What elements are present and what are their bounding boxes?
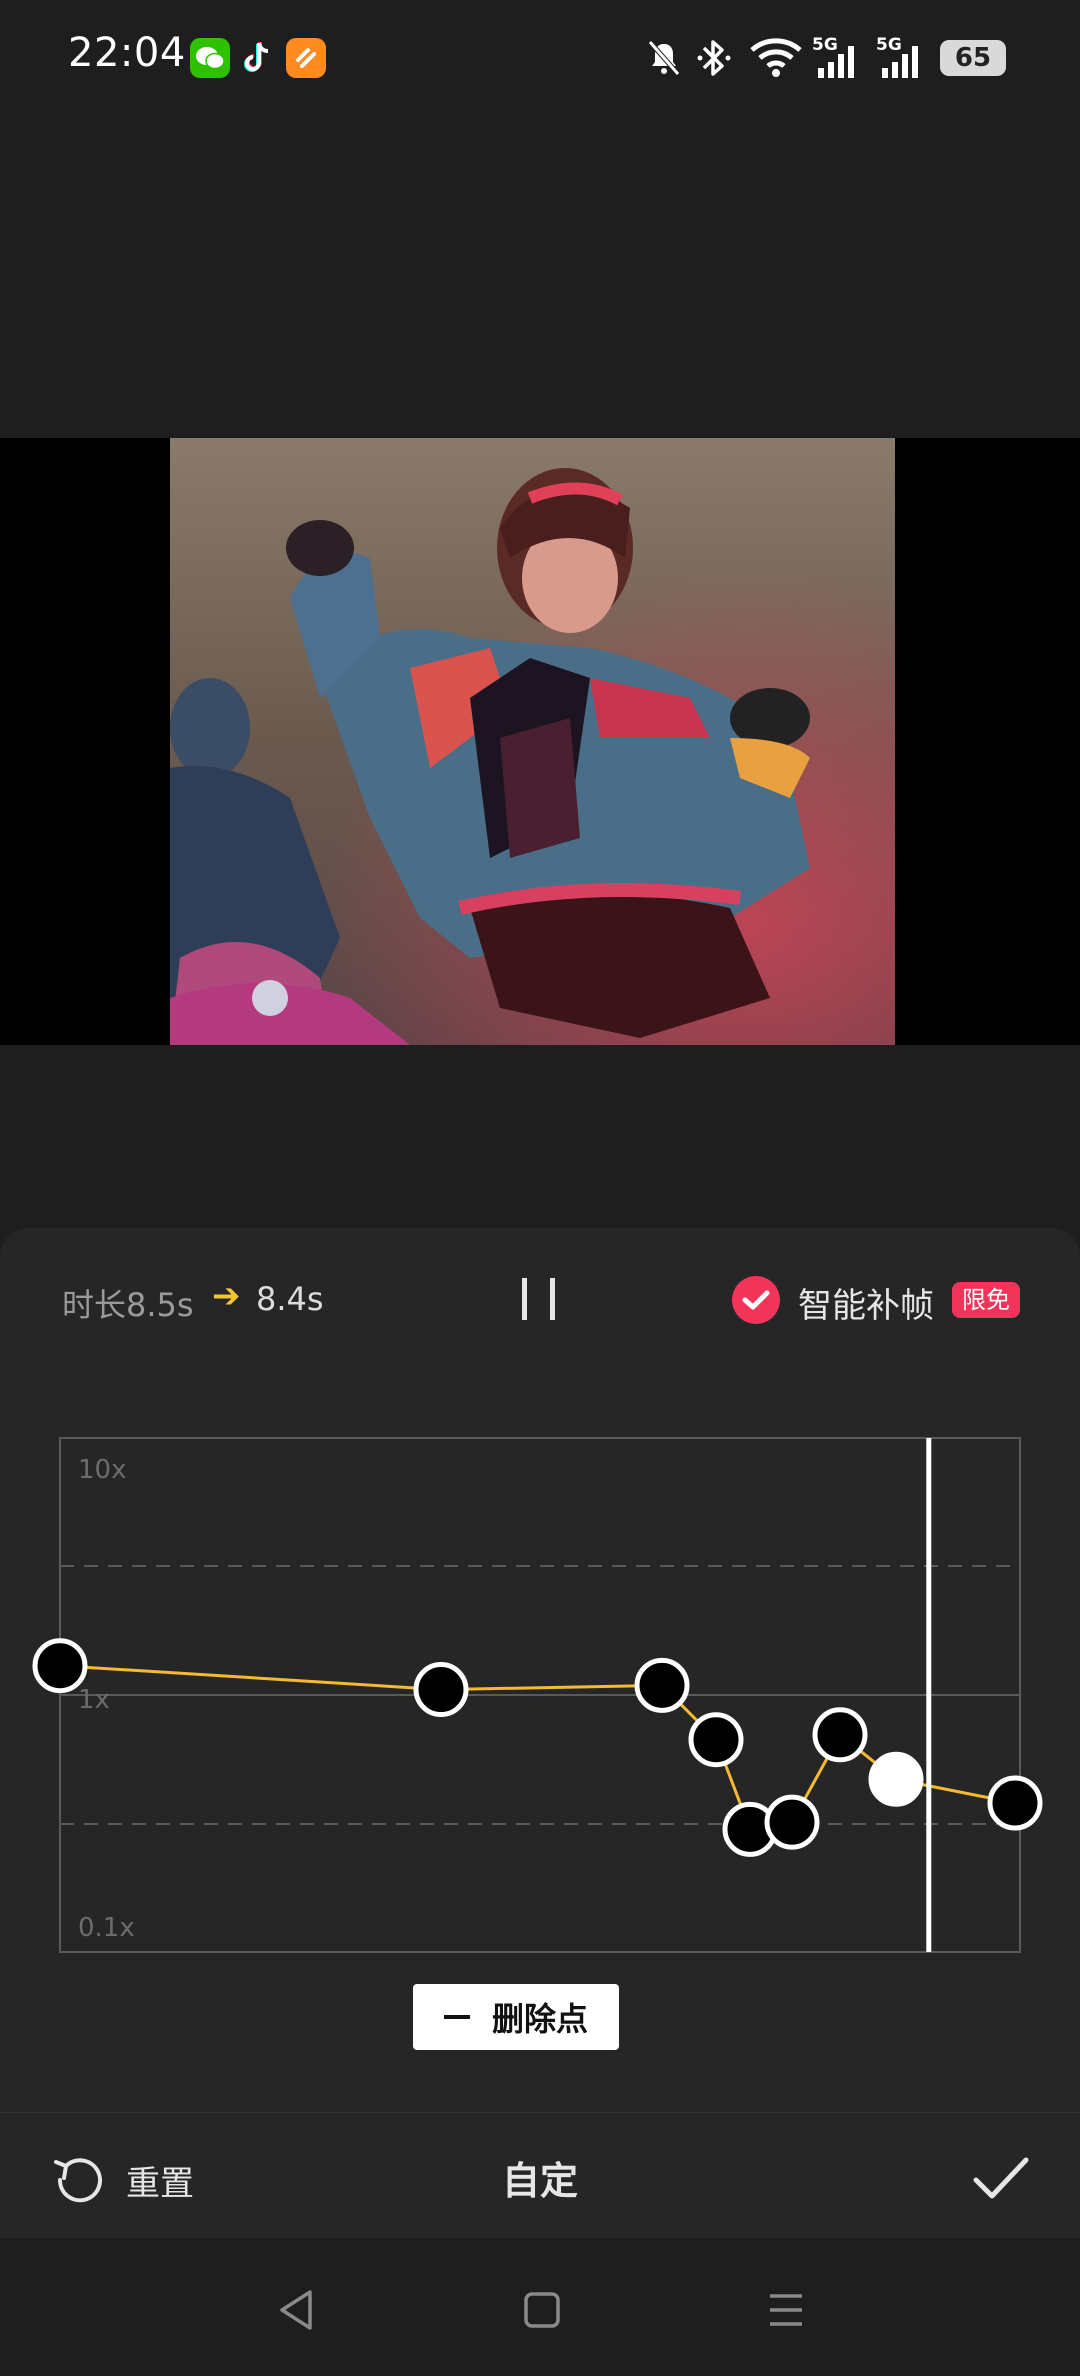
menu-icon[interactable] <box>766 2288 806 2332</box>
y-label-mid: 1x <box>78 1685 110 1715</box>
toolbar-title: 自定 <box>501 2159 578 2203</box>
selected-speed-point[interactable] <box>868 1751 924 1807</box>
status-time: 22:04 <box>68 30 186 76</box>
svg-text:5G: 5G <box>876 35 902 55</box>
speed-point[interactable] <box>987 1775 1043 1831</box>
minus-icon <box>443 2015 470 2019</box>
check-icon[interactable] <box>970 2150 1032 2206</box>
svg-text:5G: 5G <box>812 35 838 55</box>
check-icon <box>742 1290 770 1310</box>
smart-frame-label[interactable]: 智能补帧 <box>798 1278 934 1327</box>
battery-indicator: 65 <box>940 40 1006 76</box>
duration-arrow-icon: ➔ <box>212 1276 241 1316</box>
wifi-icon <box>750 38 802 77</box>
5g-signal-icon: 5G <box>812 35 854 78</box>
orange-app-icon <box>286 38 326 78</box>
speed-point[interactable] <box>634 1657 690 1713</box>
speed-point[interactable] <box>812 1707 868 1763</box>
speed-curve-graph[interactable]: 10x 1x 0.1x <box>0 1420 1080 1980</box>
speed-point[interactable] <box>688 1712 744 1768</box>
wechat-icon <box>190 38 230 78</box>
speed-point[interactable] <box>413 1662 469 1718</box>
home-icon[interactable] <box>522 2288 562 2332</box>
video-frame[interactable] <box>170 438 895 1045</box>
duration-new: 8.4s <box>256 1280 324 1318</box>
back-icon[interactable] <box>276 2288 316 2332</box>
pause-icon[interactable] <box>520 1278 560 1320</box>
smart-frame-checkbox[interactable] <box>732 1276 780 1324</box>
speed-point[interactable] <box>764 1794 820 1850</box>
delete-point-label: 删除点 <box>491 2000 588 2038</box>
bluetooth-icon <box>697 40 731 76</box>
speed-point[interactable] <box>32 1638 88 1694</box>
free-badge: 限免 <box>952 1282 1020 1318</box>
tiktok-icon <box>238 38 278 78</box>
5g-signal-icon: 5G <box>876 35 918 78</box>
mute-icon <box>648 40 680 76</box>
speed-curve-line <box>59 1664 1016 1832</box>
y-label-top: 10x <box>78 1455 126 1485</box>
y-label-bottom: 0.1x <box>78 1913 135 1943</box>
delete-point-button[interactable]: 删除点 <box>413 1984 619 2050</box>
duration-original: 时长8.5s <box>62 1286 194 1324</box>
